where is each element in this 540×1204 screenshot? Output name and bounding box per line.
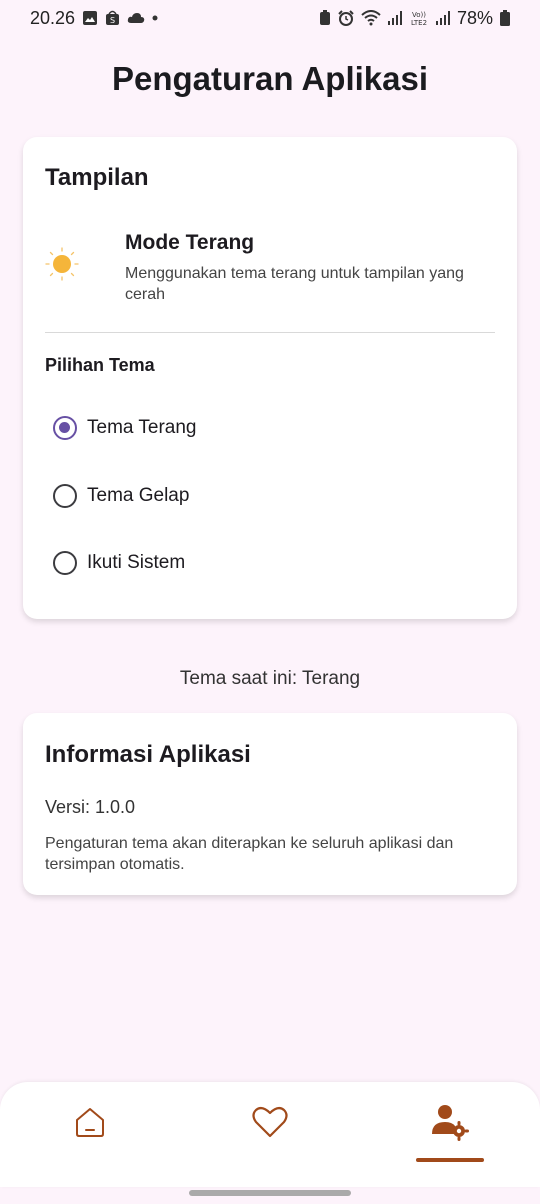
display-settings-card: Tampilan Mode Terang Menggunakan tema te… — [23, 137, 517, 619]
current-theme-text: Tema saat ini: Terang — [179, 668, 361, 689]
nav-home[interactable] — [70, 1102, 110, 1142]
theme-option-system[interactable]: Ikuti Sistem — [53, 551, 185, 575]
bottom-navigation — [0, 1082, 540, 1187]
radio-button[interactable] — [53, 551, 77, 575]
nav-settings[interactable] — [430, 1102, 470, 1142]
theme-option-light[interactable]: Tema Terang — [53, 416, 197, 440]
user-settings-icon — [432, 1105, 469, 1141]
home-icon — [76, 1108, 104, 1137]
active-nav-indicator — [416, 1158, 484, 1162]
dot-icon — [152, 15, 158, 21]
mode-description: Menggunakan tema terang untuk tampilan y… — [125, 265, 464, 303]
radio-button-selected[interactable] — [53, 416, 77, 440]
battery-level: 78% — [456, 7, 493, 28]
shop-icon: S — [106, 10, 120, 25]
app-version: Versi: 1.0.0 — [45, 797, 136, 817]
status-time: 20.26 — [30, 7, 76, 28]
theme-option-dark[interactable]: Tema Gelap — [53, 484, 189, 508]
status-left: 20.26 S — [30, 8, 158, 29]
signal-icon — [387, 11, 402, 25]
status-bar: 20.26 S Vo)) LTE2 78% — [0, 0, 540, 36]
heart-icon — [252, 1106, 288, 1138]
wifi-icon — [361, 10, 381, 26]
display-card-title: Tampilan — [45, 164, 149, 191]
theme-option-label: Tema Gelap — [87, 485, 190, 506]
signal-icon-2 — [435, 11, 450, 25]
sun-icon — [45, 247, 79, 281]
status-right: Vo)) LTE2 78% — [319, 8, 510, 29]
volte-icon: Vo))LTE2 — [411, 11, 427, 26]
app-info-card: Informasi Aplikasi Versi: 1.0.0 Pengatur… — [23, 713, 517, 895]
nav-favorites[interactable] — [250, 1102, 290, 1142]
page-title: Pengaturan Aplikasi — [111, 60, 429, 97]
battery-saver-icon — [319, 10, 330, 25]
alarm-icon — [338, 10, 354, 26]
svg-text:LTE2: LTE2 — [411, 19, 427, 26]
info-description: Pengaturan tema akan diterapkan ke selur… — [45, 835, 454, 873]
theme-option-label: Ikuti Sistem — [87, 552, 186, 573]
svg-text:Vo)): Vo)) — [412, 11, 426, 19]
gesture-handle[interactable] — [189, 1190, 351, 1196]
info-card-title: Informasi Aplikasi — [45, 741, 251, 768]
radio-button[interactable] — [53, 484, 77, 508]
battery-icon — [500, 10, 510, 26]
cloud-icon — [127, 13, 145, 23]
theme-section-label: Pilihan Tema — [45, 355, 155, 375]
mode-title: Mode Terang — [125, 231, 255, 254]
gallery-icon — [83, 11, 98, 25]
divider — [45, 332, 495, 333]
svg-text:S: S — [110, 16, 115, 25]
theme-option-label: Tema Terang — [87, 417, 197, 438]
